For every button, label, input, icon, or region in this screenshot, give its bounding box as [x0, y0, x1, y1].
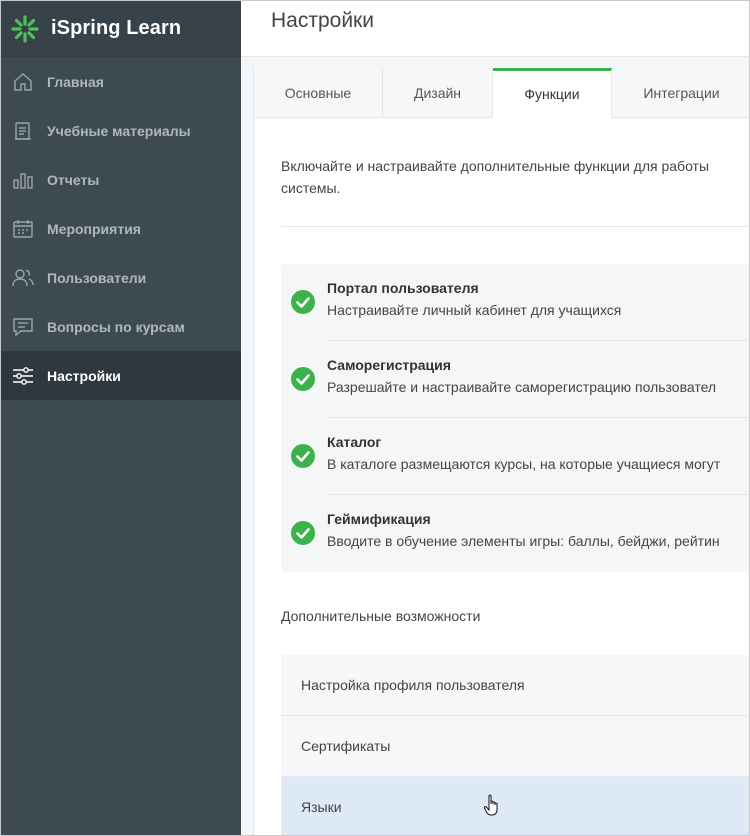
sidebar-item-course-questions[interactable]: Вопросы по курсам: [1, 302, 241, 351]
check-circle-icon: [291, 367, 315, 391]
intro-text: Включайте и настраивайте дополнительные …: [281, 155, 749, 199]
calendar-icon: [11, 217, 35, 241]
feature-description: Разрешайте и настраивайте саморегистраци…: [327, 379, 717, 395]
check-circle-icon: [291, 444, 315, 468]
sidebar-item-events[interactable]: Мероприятия: [1, 204, 241, 253]
sidebar-item-reports[interactable]: Отчеты: [1, 155, 241, 204]
home-icon: [11, 70, 35, 94]
option-languages[interactable]: Языки: [281, 777, 749, 835]
feature-description: В каталоге размещаются курсы, на которые…: [327, 456, 721, 472]
extra-features-list: Настройка профиля пользователя Сертифика…: [281, 655, 749, 835]
bar-chart-icon: [11, 168, 35, 192]
feature-user-portal[interactable]: Портал пользователя Настраивайте личный …: [281, 264, 749, 341]
feature-gamification[interactable]: Геймификация Вводите в обучение элементы…: [281, 495, 749, 572]
sidebar-item-label: Учебные материалы: [47, 122, 191, 139]
feature-catalog[interactable]: Каталог В каталоге размещаются курсы, на…: [281, 418, 749, 495]
feature-title: Портал пользователя: [327, 280, 479, 296]
feature-title: Саморегистрация: [327, 357, 451, 373]
feature-title: Геймификация: [327, 511, 431, 527]
features-list: Портал пользователя Настраивайте личный …: [281, 264, 749, 572]
app-window: iSpring Learn Главная Учебные материалы …: [0, 0, 750, 836]
extra-features-title: Дополнительные возможности: [281, 608, 481, 624]
tab-general[interactable]: Основные: [254, 68, 383, 118]
check-circle-icon: [291, 521, 315, 545]
tab-bar: Основные Дизайн Функции Интеграции: [254, 68, 749, 119]
page-title: Настройки: [271, 9, 374, 32]
sidebar-item-label: Мероприятия: [47, 220, 141, 237]
feature-self-registration[interactable]: Саморегистрация Разрешайте и настраивайт…: [281, 341, 749, 418]
sidebar-item-label: Вопросы по курсам: [47, 318, 185, 335]
page-header: Настройки: [241, 1, 749, 57]
sidebar-item-settings[interactable]: Настройки: [1, 351, 241, 400]
sidebar-item-label: Главная: [47, 73, 104, 90]
settings-card: Основные Дизайн Функции Интеграции Включ…: [253, 68, 749, 835]
hand-cursor-icon: [483, 794, 498, 816]
document-icon: [11, 119, 35, 143]
tab-design[interactable]: Дизайн: [383, 68, 493, 118]
sidebar-item-home[interactable]: Главная: [1, 57, 241, 106]
chat-icon: [11, 315, 35, 339]
sidebar: iSpring Learn Главная Учебные материалы …: [1, 1, 241, 835]
divider: [281, 226, 749, 227]
sliders-icon: [11, 364, 35, 388]
sidebar-item-label: Пользователи: [47, 269, 147, 286]
main-area: Настройки Основные Дизайн Функции Интегр…: [241, 1, 749, 835]
sidebar-item-label: Настройки: [47, 367, 121, 384]
sidebar-item-materials[interactable]: Учебные материалы: [1, 106, 241, 155]
feature-description: Настраивайте личный кабинет для учащихся: [327, 302, 622, 318]
tab-features[interactable]: Функции: [493, 68, 612, 119]
logo[interactable]: iSpring Learn: [1, 1, 241, 57]
sidebar-item-users[interactable]: Пользователи: [1, 253, 241, 302]
intro-line: Включайте и настраивайте дополнительные …: [281, 158, 710, 174]
tab-integrations[interactable]: Интеграции: [612, 68, 749, 118]
ispring-logo-icon: [11, 14, 39, 43]
option-user-profile-settings[interactable]: Настройка профиля пользователя: [281, 655, 749, 716]
sidebar-item-label: Отчеты: [47, 171, 100, 188]
brand-name: iSpring Learn: [51, 17, 182, 39]
option-certificates[interactable]: Сертификаты: [281, 716, 749, 777]
check-circle-icon: [291, 290, 315, 314]
users-icon: [11, 266, 35, 290]
feature-description: Вводите в обучение элементы игры: баллы,…: [327, 533, 720, 549]
feature-title: Каталог: [327, 434, 382, 450]
intro-line: системы.: [281, 180, 341, 196]
